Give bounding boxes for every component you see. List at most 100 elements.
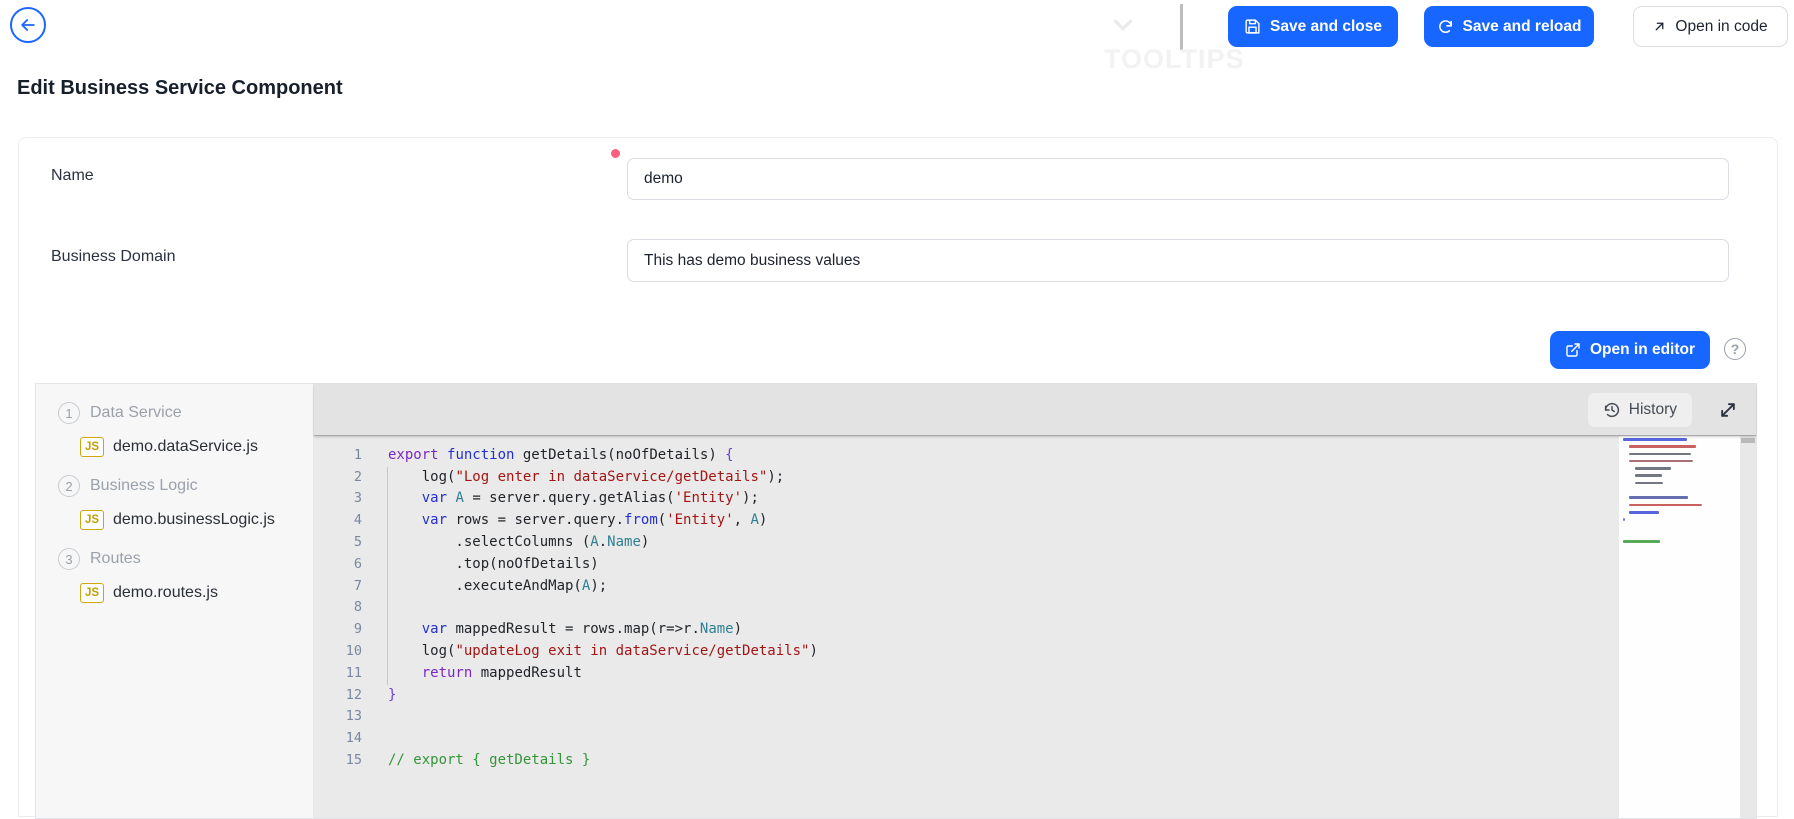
- code-line: 4 var rows = server.query.from('Entity',…: [314, 509, 1756, 531]
- save-and-close-button[interactable]: Save and close: [1228, 6, 1398, 47]
- file-sidebar: 1 Data Service JS demo.dataService.js 2 Busin…: [36, 384, 314, 818]
- code-editor-panel: 1 Data Service JS demo.dataService.js 2 Busin…: [35, 383, 1757, 819]
- line-number: 11: [314, 665, 362, 681]
- code-line: 10 log("updateLog exit in dataService/ge…: [314, 640, 1756, 662]
- minimap[interactable]: [1619, 436, 1740, 818]
- minimap-line: [1619, 538, 1740, 545]
- name-input[interactable]: [627, 158, 1729, 200]
- sidebar-section: 1 Data Service: [58, 402, 313, 424]
- line-number: 9: [314, 621, 362, 637]
- js-file-icon: JS: [80, 437, 104, 457]
- code-line: 13: [314, 706, 1756, 728]
- history-icon: [1603, 401, 1621, 419]
- minimap-line: [1619, 502, 1740, 509]
- section-number: 1: [58, 402, 80, 424]
- arrow-up-right-icon: [1653, 20, 1666, 33]
- line-number: 6: [314, 556, 362, 572]
- expand-icon[interactable]: [1718, 400, 1738, 420]
- file-name: demo.dataService.js: [113, 438, 258, 456]
- line-number: 14: [314, 730, 362, 746]
- minimap-line: [1619, 480, 1740, 487]
- minimap-line: [1619, 465, 1740, 472]
- code-line: 11 return mappedResult: [314, 662, 1756, 684]
- code-line: 15// export { getDetails }: [314, 749, 1756, 771]
- minimap-line: [1619, 524, 1740, 531]
- line-number: 5: [314, 534, 362, 550]
- sidebar-section: 3 Routes: [58, 548, 313, 570]
- back-button[interactable]: [10, 7, 46, 43]
- chevron-down-icon: [1108, 10, 1138, 40]
- line-number: 4: [314, 512, 362, 528]
- watermark-text: TOOLTIPS: [1104, 44, 1245, 75]
- editor-toolbar: History: [314, 384, 1756, 436]
- history-button[interactable]: History: [1588, 393, 1692, 427]
- code-line: 7 .executeAndMap(A);: [314, 575, 1756, 597]
- line-number: 1: [314, 447, 362, 463]
- line-number: 10: [314, 643, 362, 659]
- business-domain-label: Business Domain: [51, 248, 176, 266]
- open-in-editor-label: Open in editor: [1590, 341, 1695, 359]
- minimap-line: [1619, 487, 1740, 494]
- external-link-icon: [1565, 342, 1581, 358]
- file-name: demo.routes.js: [113, 584, 218, 602]
- edit-form-card: Name Business Domain Open in editor ? 1D…: [18, 137, 1778, 817]
- line-number: 15: [314, 752, 362, 768]
- reload-icon: [1437, 18, 1454, 35]
- section-label: Business Logic: [90, 477, 198, 495]
- code-line: 3 var A = server.query.getAlias('Entity'…: [314, 488, 1756, 510]
- scrollbar[interactable]: [1740, 436, 1756, 818]
- open-in-editor-button[interactable]: Open in editor: [1550, 331, 1710, 369]
- file-item[interactable]: JS demo.businessLogic.js: [80, 510, 313, 530]
- file-item[interactable]: JS demo.routes.js: [80, 583, 313, 603]
- js-file-icon: JS: [80, 583, 104, 603]
- section-number: 3: [58, 548, 80, 570]
- required-dot: [611, 149, 620, 158]
- scrollbar-thumb[interactable]: [1741, 438, 1755, 443]
- line-number: 13: [314, 708, 362, 724]
- arrow-left-icon: [18, 15, 38, 35]
- section-number: 2: [58, 475, 80, 497]
- minimap-line: [1619, 436, 1740, 443]
- minimap-line: [1619, 509, 1740, 516]
- file-item[interactable]: JS demo.dataService.js: [80, 437, 313, 457]
- code-line: 1export function getDetails(noOfDetails)…: [314, 444, 1756, 466]
- save-and-reload-button[interactable]: Save and reload: [1424, 6, 1594, 47]
- business-domain-input[interactable]: [627, 239, 1729, 282]
- section-label: Data Service: [90, 404, 182, 422]
- minimap-line: [1619, 531, 1740, 538]
- help-glyph: ?: [1731, 341, 1740, 357]
- code-line: 5 .selectColumns (A.Name): [314, 531, 1756, 553]
- line-number: 12: [314, 687, 362, 703]
- save-and-close-label: Save and close: [1270, 18, 1382, 36]
- save-and-reload-label: Save and reload: [1463, 18, 1582, 36]
- code-line: 14: [314, 727, 1756, 749]
- save-icon: [1244, 18, 1261, 35]
- top-bar: TOOLTIPS Save and close Save and reload …: [0, 0, 1794, 76]
- minimap-line: [1619, 458, 1740, 465]
- open-in-code-label: Open in code: [1675, 18, 1767, 36]
- js-file-icon: JS: [80, 510, 104, 530]
- section-label: Routes: [90, 550, 141, 568]
- editor-main: History 1export function getDetails(noOf…: [314, 384, 1756, 818]
- minimap-line: [1619, 451, 1740, 458]
- name-label: Name: [51, 167, 94, 185]
- line-number: 7: [314, 578, 362, 594]
- code-editor[interactable]: 1export function getDetails(noOfDetails)…: [314, 436, 1756, 818]
- code-line: 9 var mappedResult = rows.map(r=>r.Name): [314, 618, 1756, 640]
- code-line: 6 .top(noOfDetails): [314, 553, 1756, 575]
- line-number: 2: [314, 469, 362, 485]
- file-name: demo.businessLogic.js: [113, 511, 275, 529]
- sidebar-section: 2 Business Logic: [58, 475, 313, 497]
- code-line: 12}: [314, 684, 1756, 706]
- minimap-line: [1619, 494, 1740, 501]
- code-lines: 1export function getDetails(noOfDetails)…: [314, 436, 1756, 771]
- line-number: 3: [314, 490, 362, 506]
- indent-guide: [387, 467, 388, 685]
- minimap-line: [1619, 516, 1740, 523]
- line-number: 8: [314, 599, 362, 615]
- minimap-line: [1619, 472, 1740, 479]
- history-label: History: [1629, 401, 1677, 419]
- code-line: 2 log("Log enter in dataService/getDetai…: [314, 466, 1756, 488]
- open-in-code-button[interactable]: Open in code: [1633, 6, 1788, 47]
- help-icon[interactable]: ?: [1724, 338, 1746, 360]
